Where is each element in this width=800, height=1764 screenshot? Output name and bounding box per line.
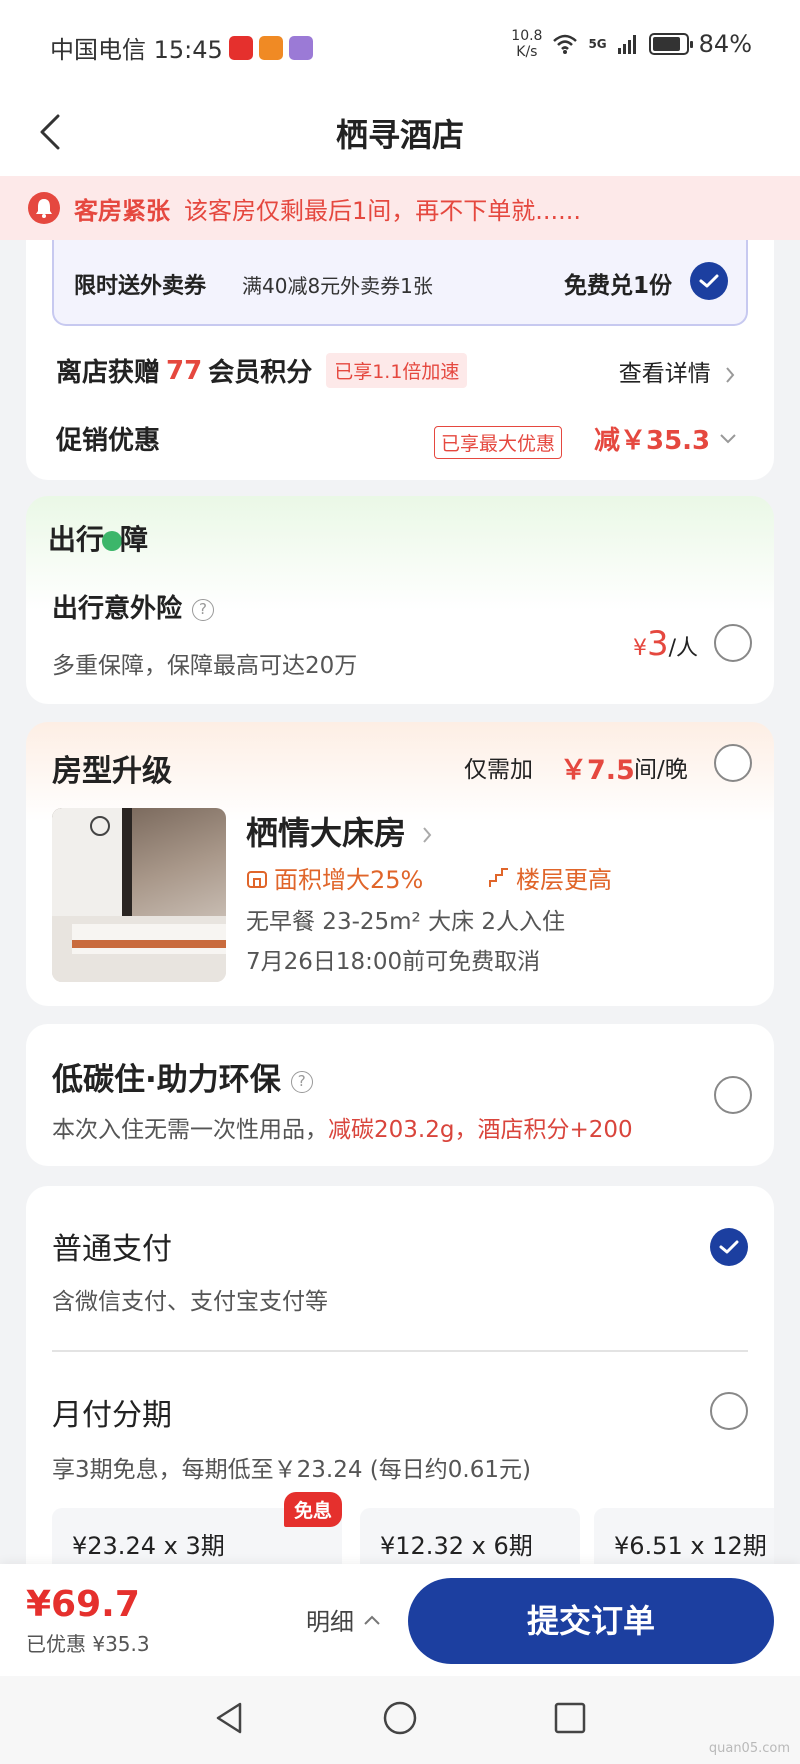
total-price: ¥69.7	[26, 1584, 140, 1625]
insurance-desc: 多重保障，保障最高可达20万	[52, 653, 358, 679]
app-notification-icon	[228, 35, 253, 60]
chevron-down-icon[interactable]	[718, 432, 738, 446]
eco-desc: 本次入住无需一次性用品，减碳203.2g，酒店积分+200	[52, 1117, 633, 1143]
status-bar: 中国电信 15:45 10.8 K/s 5G 84%	[0, 0, 800, 92]
price-detail-button[interactable]: 明细	[306, 1602, 382, 1637]
carrier-time: 中国电信 15:45	[50, 36, 223, 64]
benefits-card: 限时送外卖券 满40减8元外卖券1张 免费兑1份 离店获赠 77 会员积分 已享…	[26, 240, 774, 480]
coupon-row[interactable]: 限时送外卖券 满40减8元外卖券1张 免费兑1份	[52, 240, 748, 326]
upgrade-price: ￥7.5	[560, 755, 635, 786]
insurance-price: ¥3/人	[632, 624, 698, 664]
nav-back-icon[interactable]	[210, 1698, 250, 1738]
chevron-right-icon	[726, 366, 735, 383]
room-upgrade-card: 房型升级 仅需加 ￥7.5 间/晚 栖情大床房 面积增大25% 楼层更高 无早餐…	[26, 722, 774, 1006]
points-row: 离店获赠 77 会员积分 已享1.1倍加速	[56, 352, 468, 389]
signal-icon	[617, 35, 636, 54]
saved-amount: 已优惠 ¥35.3	[26, 1632, 150, 1656]
status-left: 中国电信 15:45	[50, 30, 313, 65]
alert-banner: 客房紧张 该客房仅剩最后1间，再不下单就......	[0, 176, 800, 240]
coupon-title: 限时送外卖券	[74, 274, 207, 299]
normal-pay-title: 普通支付	[52, 1232, 172, 1267]
checkout-bar: ¥69.7 已优惠 ¥35.3 明细 提交订单	[0, 1564, 800, 1676]
room-cancel-policy: 7月26日18:00前可免费取消	[246, 949, 541, 975]
submit-order-button[interactable]: 提交订单	[408, 1578, 774, 1664]
area-tag: 面积增大25%	[246, 860, 423, 895]
interest-free-badge: 免息	[284, 1492, 343, 1527]
travel-insurance-card: 出行障 出行意外险? 多重保障，保障最高可达20万 ¥3/人	[26, 496, 774, 704]
installment-desc: 享3期免息，每期低至￥23.24 (每日约0.61元)	[52, 1457, 531, 1483]
points-badge: 已享1.1倍加速	[326, 353, 468, 388]
upgrade-unit: 间/晚	[634, 757, 688, 783]
stairs-icon	[489, 867, 508, 887]
nav-home-icon[interactable]	[380, 1698, 420, 1738]
system-nav-bar: quan05.com	[0, 1676, 800, 1764]
room-name[interactable]: 栖情大床房	[246, 808, 433, 854]
normal-pay-desc: 含微信支付、支付宝支付等	[52, 1289, 328, 1315]
help-icon[interactable]: ?	[192, 598, 215, 621]
promo-label: 促销优惠	[56, 426, 161, 456]
eco-card: 低碳住·助力环保? 本次入住无需一次性用品，减碳203.2g，酒店积分+200	[26, 1024, 774, 1166]
signal-type: 5G	[588, 37, 607, 51]
nav-recents-icon[interactable]	[550, 1698, 590, 1738]
upgrade-title: 房型升级	[52, 754, 172, 789]
installment-title: 月付分期	[52, 1398, 172, 1433]
promo-badge: 已享最大优惠	[434, 426, 563, 459]
upgrade-radio[interactable]	[714, 744, 752, 782]
divider	[52, 1350, 748, 1352]
eco-radio[interactable]	[714, 1076, 752, 1114]
installment-radio[interactable]	[710, 1392, 748, 1430]
area-icon	[247, 870, 267, 888]
coupon-checkbox[interactable]	[690, 262, 728, 300]
coupon-action: 免费兑1份	[563, 273, 672, 299]
wifi-icon	[553, 34, 578, 54]
battery-percent: 84%	[698, 30, 752, 58]
room-photo[interactable]	[52, 808, 226, 982]
insurance-title: 出行意外险?	[52, 588, 215, 625]
nav-bar: 栖寻酒店	[0, 92, 800, 176]
alert-title: 客房紧张	[74, 196, 170, 225]
eco-title: 低碳住·助力环保?	[52, 1054, 313, 1099]
bell-icon	[28, 192, 60, 224]
section-title: 出行障	[48, 523, 149, 556]
app-notification-icon	[258, 35, 283, 60]
insurance-radio[interactable]	[714, 624, 752, 662]
view-details-link[interactable]: 查看详情	[619, 354, 736, 388]
app-notification-icon	[288, 35, 313, 60]
points-value: 77	[166, 355, 203, 386]
battery-icon	[648, 33, 693, 55]
floor-tag: 楼层更高	[488, 860, 612, 895]
page-title: 栖寻酒店	[335, 116, 464, 154]
net-speed: 10.8 K/s	[511, 28, 543, 60]
chevron-up-icon	[364, 1615, 380, 1625]
chevron-right-icon	[423, 827, 432, 843]
promo-amount: 减￥35.3	[594, 426, 711, 456]
alert-text: 该客房仅剩最后1间，再不下单就......	[184, 196, 582, 225]
payment-card: 普通支付 含微信支付、支付宝支付等 月付分期 享3期免息，每期低至￥23.24 …	[26, 1186, 774, 1586]
status-right: 10.8 K/s 5G 84%	[511, 28, 752, 60]
watermark: quan05.com	[708, 1741, 790, 1756]
normal-pay-radio[interactable]	[710, 1228, 748, 1266]
room-info: 无早餐 23-25m² 大床 2人入住	[246, 909, 566, 935]
help-icon[interactable]: ?	[290, 1070, 313, 1093]
coupon-desc: 满40减8元外卖券1张	[242, 274, 433, 298]
upgrade-need-label: 仅需加	[464, 757, 533, 783]
